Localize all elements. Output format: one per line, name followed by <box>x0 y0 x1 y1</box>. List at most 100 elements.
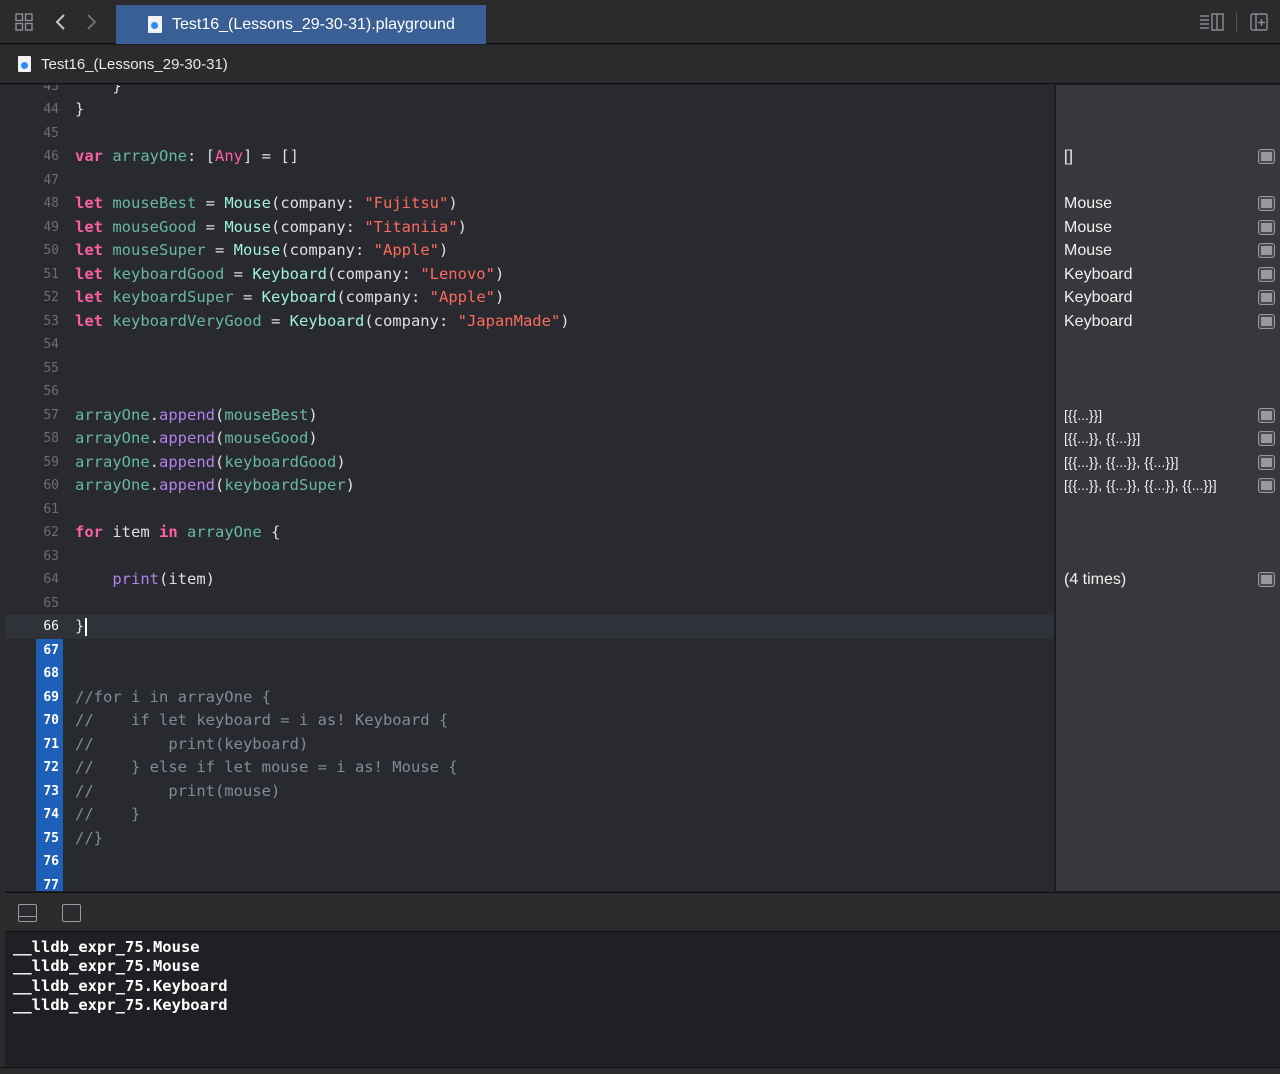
code-line[interactable]: 49 let mouseGood = Mouse(company: "Titani… <box>5 216 1054 240</box>
code-line[interactable]: 62 for item in arrayOne { <box>5 521 1054 545</box>
quicklook-icon[interactable] <box>1258 219 1275 235</box>
line-number[interactable]: 49 <box>33 216 59 240</box>
quicklook-icon[interactable] <box>1258 431 1275 446</box>
line-number[interactable]: 70 <box>36 709 63 733</box>
line-number[interactable]: 51 <box>33 263 59 287</box>
code-line[interactable]: 51 let keyboardGood = Keyboard(company: "… <box>5 263 1054 287</box>
code-line[interactable]: 60 arrayOne.append(keyboardSuper) <box>5 474 1054 498</box>
code-line[interactable]: 47 <box>5 169 1054 193</box>
code-text: // print(mouse) <box>75 780 280 804</box>
code-line[interactable]: 69 //for i in arrayOne { <box>5 685 1054 709</box>
code-line[interactable]: 46 var arrayOne: [Any] = [] <box>5 145 1054 169</box>
line-number[interactable]: 58 <box>33 427 59 451</box>
square-icon[interactable] <box>62 904 81 922</box>
code-line[interactable]: 76 <box>5 850 1054 874</box>
line-number[interactable]: 45 <box>33 122 59 146</box>
hide-debug-area-icon[interactable] <box>18 904 37 922</box>
code-line[interactable]: 73 // print(mouse) <box>5 779 1054 804</box>
code-line[interactable]: 55 <box>5 357 1054 381</box>
quicklook-icon[interactable] <box>1258 290 1275 305</box>
line-number[interactable]: 52 <box>33 286 59 310</box>
code-token: let <box>75 194 103 212</box>
line-number[interactable]: 50 <box>33 239 59 263</box>
code-token: Any <box>215 147 243 165</box>
line-number[interactable]: 75 <box>36 826 63 850</box>
quicklook-icon[interactable] <box>1258 572 1275 587</box>
quicklook-icon[interactable] <box>1258 196 1275 211</box>
code-line[interactable]: 63 <box>5 545 1054 569</box>
code-line[interactable]: 56 <box>5 380 1054 404</box>
line-number[interactable]: 53 <box>33 310 59 334</box>
debug-toolbar <box>5 892 1280 932</box>
code-line[interactable]: 66} <box>5 615 1054 639</box>
code-line[interactable]: 44} <box>5 98 1054 122</box>
code-line[interactable]: 57 arrayOne.append(mouseBest) <box>5 404 1054 428</box>
line-number[interactable]: 72 <box>36 756 63 780</box>
code-line[interactable]: 64 print(item) <box>5 568 1054 592</box>
code-line[interactable]: 77 <box>5 873 1054 891</box>
quicklook-icon[interactable] <box>1258 313 1275 329</box>
quicklook-icon[interactable] <box>1258 266 1275 282</box>
add-editor-icon[interactable] <box>1248 10 1270 34</box>
line-number[interactable]: 48 <box>33 192 59 216</box>
code-line[interactable]: 45 <box>5 122 1054 146</box>
code-line[interactable]: 43 } <box>5 85 1054 98</box>
code-line[interactable]: 70 // if let keyboard = i as! Keyboard { <box>5 709 1054 733</box>
quicklook-icon[interactable] <box>1258 478 1275 493</box>
code-line[interactable]: 75 //} <box>5 826 1054 850</box>
quicklook-icon[interactable] <box>1258 149 1275 164</box>
chevron-left-icon[interactable] <box>50 10 72 34</box>
code-editor[interactable]: 43 } 44} 45 46 var arrayOne: [Any] = [] 47 48 l… <box>5 85 1054 891</box>
line-number[interactable]: 62 <box>33 521 59 545</box>
tab-playground[interactable]: Test16_(Lessons_29-30-31).playground <box>116 5 486 44</box>
code-line[interactable]: 68 <box>5 662 1054 686</box>
code-line[interactable]: 67 <box>5 638 1054 662</box>
line-number[interactable]: 54 <box>33 333 59 357</box>
line-number[interactable]: 65 <box>33 592 59 616</box>
line-number[interactable]: 57 <box>33 404 59 428</box>
line-number[interactable]: 77 <box>36 873 63 891</box>
line-number[interactable]: 74 <box>36 803 63 827</box>
code-token: print <box>112 570 159 588</box>
line-number[interactable]: 43 <box>33 85 59 98</box>
line-number[interactable]: 67 <box>36 638 63 662</box>
line-number[interactable]: 68 <box>36 662 63 686</box>
line-number[interactable]: 71 <box>36 732 63 756</box>
code-line[interactable]: 53 let keyboardVeryGood = Keyboard(compan… <box>5 310 1054 334</box>
breadcrumb[interactable]: Test16_(Lessons_29-30-31) <box>0 45 1280 84</box>
line-number[interactable]: 46 <box>33 145 59 169</box>
code-line[interactable]: 74 // } <box>5 803 1054 827</box>
code-text: arrayOne.append(mouseGood) <box>75 427 318 451</box>
line-number[interactable]: 73 <box>36 779 63 803</box>
console-output[interactable]: __lldb_expr_75.Mouse __lldb_expr_75.Mouse… <box>5 933 1280 1067</box>
grid-icon[interactable] <box>13 10 35 34</box>
code-line[interactable]: 58 arrayOne.append(mouseGood) <box>5 427 1054 451</box>
code-line[interactable]: 59 arrayOne.append(keyboardGood) <box>5 451 1054 475</box>
chevron-right-icon[interactable] <box>80 10 102 34</box>
quicklook-icon[interactable] <box>1258 454 1275 470</box>
result-row: [{{...}}] <box>1056 404 1280 428</box>
code-line[interactable]: 72 // } else if let mouse = i as! Mouse { <box>5 756 1054 780</box>
line-number[interactable]: 64 <box>33 568 59 592</box>
code-line[interactable]: 52 let keyboardSuper = Keyboard(company: … <box>5 286 1054 310</box>
quicklook-icon[interactable] <box>1258 407 1275 423</box>
line-number[interactable]: 66 <box>33 615 59 639</box>
code-line[interactable]: 71 // print(keyboard) <box>5 732 1054 756</box>
line-number[interactable]: 76 <box>36 850 63 874</box>
code-line[interactable]: 54 <box>5 333 1054 357</box>
code-line[interactable]: 50 let mouseSuper = Mouse(company: "Apple… <box>5 239 1054 263</box>
line-number[interactable]: 69 <box>36 685 63 709</box>
code-line[interactable]: 61 <box>5 498 1054 522</box>
line-number[interactable]: 56 <box>33 380 59 404</box>
code-line[interactable]: 48 let mouseBest = Mouse(company: "Fujits… <box>5 192 1054 216</box>
line-number[interactable]: 60 <box>33 474 59 498</box>
quicklook-icon[interactable] <box>1258 243 1275 258</box>
line-number[interactable]: 63 <box>33 545 59 569</box>
line-number[interactable]: 55 <box>33 357 59 381</box>
lines-panel-icon[interactable] <box>1198 10 1226 34</box>
code-line[interactable]: 65 <box>5 592 1054 616</box>
line-number[interactable]: 61 <box>33 498 59 522</box>
line-number[interactable]: 44 <box>33 98 59 122</box>
line-number[interactable]: 59 <box>33 451 59 475</box>
line-number[interactable]: 47 <box>33 169 59 193</box>
